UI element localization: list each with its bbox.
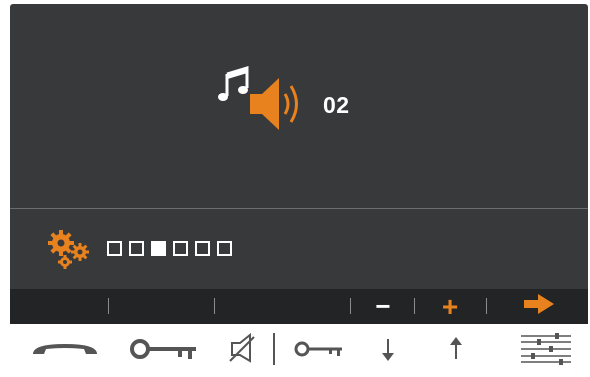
arrow-up-button[interactable] xyxy=(436,326,476,377)
music-speaker-icon xyxy=(217,65,307,141)
softkey-separator xyxy=(414,298,415,314)
key-small-icon xyxy=(293,339,345,364)
menu-sliders-icon xyxy=(519,332,573,371)
arrow-right-icon xyxy=(524,294,554,319)
level-box xyxy=(129,241,144,256)
next-softkey[interactable] xyxy=(510,289,568,324)
divider xyxy=(10,208,588,209)
speaker-mute-icon xyxy=(228,331,280,372)
volume-level-value: 02 xyxy=(323,92,350,118)
softkey-separator xyxy=(486,298,487,314)
handset-button[interactable] xyxy=(20,326,110,377)
menu-button[interactable] xyxy=(516,326,576,377)
display-screen: 02 xyxy=(10,4,588,324)
physical-buttons xyxy=(0,326,590,377)
level-box-selected xyxy=(151,241,166,256)
softkey-separator xyxy=(350,298,351,314)
arrow-up-icon xyxy=(446,335,466,368)
minus-softkey[interactable]: − xyxy=(360,289,406,324)
plus-label: + xyxy=(441,291,459,322)
volume-display: 02 xyxy=(217,65,397,136)
plus-softkey[interactable]: + xyxy=(424,289,476,324)
level-box xyxy=(217,241,232,256)
key-small-button[interactable] xyxy=(288,326,350,377)
handset-icon xyxy=(30,339,100,364)
softkey-separator xyxy=(108,298,109,314)
softkey-bar: − + xyxy=(10,289,588,324)
minus-label: − xyxy=(375,291,391,321)
arrow-down-icon xyxy=(378,335,398,368)
key-button[interactable] xyxy=(124,326,204,377)
arrow-down-button[interactable] xyxy=(368,326,408,377)
speaker-mute-button[interactable] xyxy=(226,326,282,377)
gears-icon xyxy=(47,230,95,275)
level-indicator xyxy=(107,241,232,256)
softkey-separator xyxy=(214,298,215,314)
level-box xyxy=(107,241,122,256)
key-icon xyxy=(128,337,200,366)
level-box xyxy=(173,241,188,256)
settings-row xyxy=(47,230,347,270)
level-box xyxy=(195,241,210,256)
